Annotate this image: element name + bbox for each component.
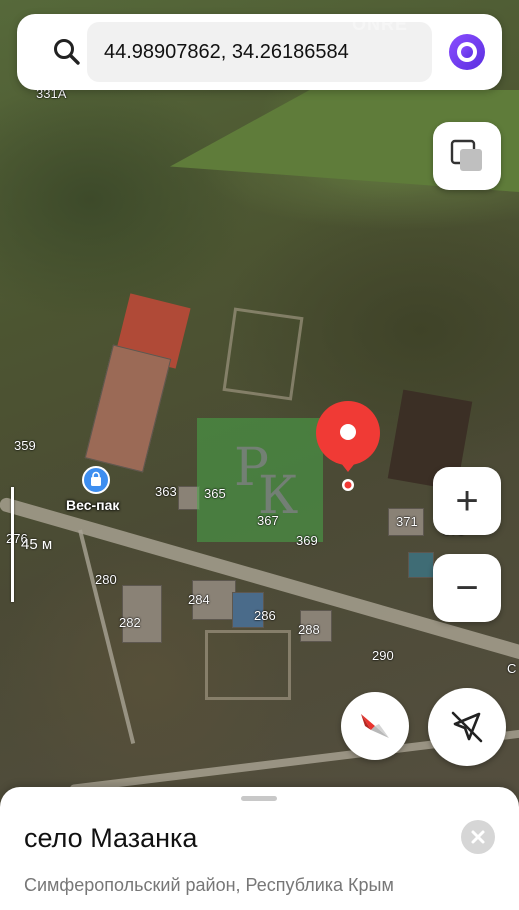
building — [122, 585, 162, 643]
alice-voice-assistant-button[interactable] — [443, 28, 491, 76]
poi-label[interactable]: Вес-пак — [66, 497, 119, 513]
compass-button[interactable] — [341, 692, 409, 760]
shopping-bag-icon[interactable] — [82, 466, 110, 494]
plot-outline — [222, 307, 304, 401]
layers-button[interactable] — [433, 122, 501, 190]
watermark-logo: Р К — [234, 438, 298, 526]
drag-handle[interactable] — [241, 796, 277, 801]
location-pin-icon[interactable] — [315, 400, 381, 496]
place-card: село Мазанка Симферопольский район, Респ… — [0, 787, 519, 910]
house-number: 363 — [155, 484, 177, 499]
house-number: 369 — [296, 533, 318, 548]
house-number: 282 — [119, 615, 141, 630]
close-icon — [471, 830, 485, 844]
place-subtitle: Симферопольский район, Республика Крым — [24, 875, 394, 895]
house-number: 359 — [14, 438, 36, 453]
long-building — [84, 344, 172, 473]
house-number: 365 — [204, 486, 226, 501]
my-location-button[interactable] — [428, 688, 506, 766]
close-button[interactable] — [461, 820, 495, 854]
building — [408, 552, 434, 578]
compass-icon — [361, 714, 389, 738]
plot-outline — [205, 630, 291, 700]
zoom-in-label: + — [455, 479, 479, 523]
house-number: 367 — [257, 513, 279, 528]
house-number: 286 — [254, 608, 276, 623]
search-icon[interactable] — [51, 36, 83, 68]
layers-icon — [450, 139, 482, 171]
watermark-text: ONRE — [352, 14, 409, 34]
scale-bar — [11, 487, 14, 602]
zoom-in-button[interactable]: + — [433, 467, 501, 535]
zoom-out-label: − — [455, 566, 479, 610]
search-bar: 44.98907862, 34.26186584 — [17, 14, 502, 90]
scale-label: 45 м — [21, 536, 53, 553]
house-number: 371 — [396, 514, 418, 529]
zoom-out-button[interactable]: − — [433, 554, 501, 622]
house-number: 290 — [372, 648, 394, 663]
place-title: село Мазанка — [24, 823, 198, 853]
house-number: 280 — [95, 572, 117, 587]
house-number: 284 — [188, 592, 210, 607]
house-number: 288 — [298, 622, 320, 637]
house-number: С — [507, 661, 517, 676]
location-off-icon — [451, 711, 483, 743]
alice-voice-assistant-icon — [449, 34, 485, 70]
